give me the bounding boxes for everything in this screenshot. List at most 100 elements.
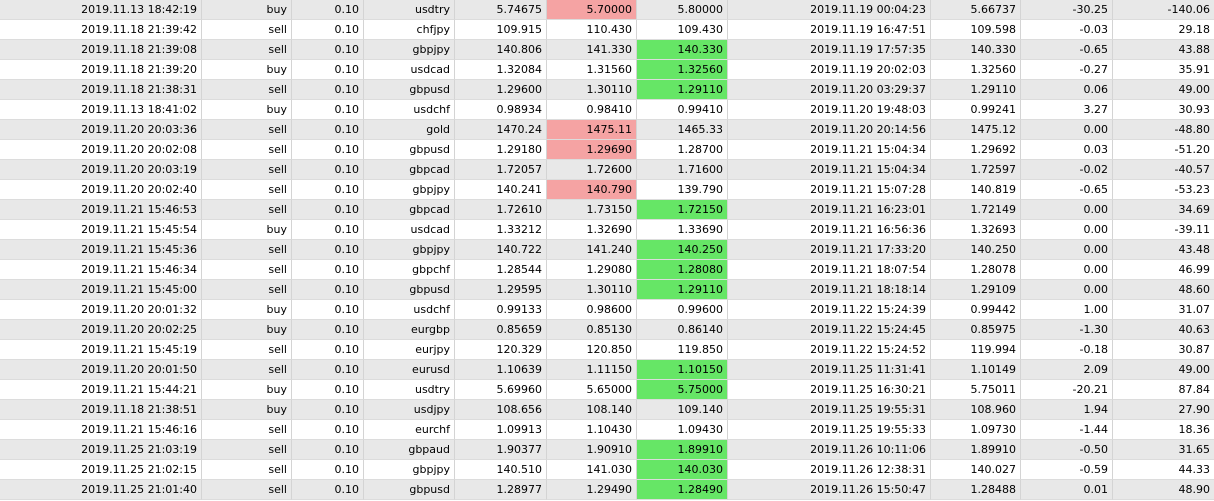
profit-cell: 18.36 bbox=[1113, 420, 1214, 440]
swap-cell: -0.65 bbox=[1021, 180, 1113, 200]
swap-cell: 2.09 bbox=[1021, 360, 1113, 380]
symbol-cell: usdchf bbox=[364, 300, 455, 320]
lot-size-cell: 0.10 bbox=[292, 340, 364, 360]
profit-cell: 27.90 bbox=[1113, 400, 1214, 420]
symbol-cell: gbpusd bbox=[364, 280, 455, 300]
swap-cell: -1.30 bbox=[1021, 320, 1113, 340]
table-row[interactable]: 2019.11.25 21:01:40 sell 0.10 gbpusd 1.28977… bbox=[0, 480, 1214, 500]
table-row[interactable]: 2019.11.13 18:41:02 buy 0.10 usdchf 0.98934 0… bbox=[0, 100, 1214, 120]
table-row[interactable]: 2019.11.25 21:02:15 sell 0.10 gbpjpy 140.510… bbox=[0, 460, 1214, 480]
open-price-cell: 140.806 bbox=[455, 40, 547, 60]
close-price-cell: 0.99442 bbox=[931, 300, 1021, 320]
profit-cell: 31.07 bbox=[1113, 300, 1214, 320]
table-row[interactable]: 2019.11.18 21:38:51 buy 0.10 usdjpy 108.656 1… bbox=[0, 400, 1214, 420]
close-time-cell: 2019.11.21 16:56:36 bbox=[728, 220, 931, 240]
order-type-cell: sell bbox=[202, 260, 292, 280]
profit-cell: 31.65 bbox=[1113, 440, 1214, 460]
open-time-cell: 2019.11.20 20:03:19 bbox=[0, 160, 202, 180]
take-profit-cell: 139.790 bbox=[637, 180, 728, 200]
trade-history-table: 2019.11.13 18:42:19 buy 0.10 usdtry 5.74675 5… bbox=[0, 0, 1214, 501]
table-row[interactable]: 2019.11.20 20:02:08 sell 0.10 gbpusd 1.29180… bbox=[0, 140, 1214, 160]
symbol-cell: usdtry bbox=[364, 0, 455, 20]
table-row[interactable]: 2019.11.20 20:01:32 buy 0.10 usdchf 0.99133 0… bbox=[0, 300, 1214, 320]
symbol-cell: eurusd bbox=[364, 360, 455, 380]
open-price-cell: 109.915 bbox=[455, 20, 547, 40]
profit-cell: -48.80 bbox=[1113, 120, 1214, 140]
swap-cell: 0.00 bbox=[1021, 120, 1113, 140]
open-time-cell: 2019.11.25 21:01:40 bbox=[0, 480, 202, 500]
open-price-cell: 1.29595 bbox=[455, 280, 547, 300]
profit-cell: -40.57 bbox=[1113, 160, 1214, 180]
lot-size-cell: 0.10 bbox=[292, 440, 364, 460]
close-time-cell: 2019.11.19 20:02:03 bbox=[728, 60, 931, 80]
close-time-cell: 2019.11.19 00:04:23 bbox=[728, 0, 931, 20]
symbol-cell: eurgbp bbox=[364, 320, 455, 340]
close-time-cell: 2019.11.21 15:04:34 bbox=[728, 160, 931, 180]
swap-cell: -30.25 bbox=[1021, 0, 1113, 20]
take-profit-cell: 1.10150 bbox=[637, 360, 728, 380]
lot-size-cell: 0.10 bbox=[292, 20, 364, 40]
order-type-cell: buy bbox=[202, 100, 292, 120]
close-time-cell: 2019.11.25 19:55:33 bbox=[728, 420, 931, 440]
symbol-cell: gbpusd bbox=[364, 480, 455, 500]
close-time-cell: 2019.11.20 19:48:03 bbox=[728, 100, 931, 120]
lot-size-cell: 0.10 bbox=[292, 480, 364, 500]
open-time-cell: 2019.11.18 21:38:31 bbox=[0, 80, 202, 100]
table-row[interactable]: 2019.11.20 20:02:40 sell 0.10 gbpjpy 140.241… bbox=[0, 180, 1214, 200]
close-time-cell: 2019.11.26 10:11:06 bbox=[728, 440, 931, 460]
open-time-cell: 2019.11.18 21:39:08 bbox=[0, 40, 202, 60]
table-row[interactable]: 2019.11.18 21:39:20 buy 0.10 usdcad 1.32084 1… bbox=[0, 60, 1214, 80]
table-row[interactable]: 2019.11.21 15:45:36 sell 0.10 gbpjpy 140.722… bbox=[0, 240, 1214, 260]
table-row[interactable]: 2019.11.18 21:39:42 sell 0.10 chfjpy 109.915… bbox=[0, 20, 1214, 40]
take-profit-cell: 1.89910 bbox=[637, 440, 728, 460]
close-price-cell: 1.09730 bbox=[931, 420, 1021, 440]
table-row[interactable]: 2019.11.21 15:45:00 sell 0.10 gbpusd 1.29595… bbox=[0, 280, 1214, 300]
take-profit-cell: 0.99600 bbox=[637, 300, 728, 320]
stop-loss-cell: 5.70000 bbox=[547, 0, 637, 20]
stop-loss-cell: 140.790 bbox=[547, 180, 637, 200]
open-price-cell: 1470.24 bbox=[455, 120, 547, 140]
lot-size-cell: 0.10 bbox=[292, 160, 364, 180]
table-row[interactable]: 2019.11.20 20:01:50 sell 0.10 eurusd 1.10639… bbox=[0, 360, 1214, 380]
open-time-cell: 2019.11.20 20:02:40 bbox=[0, 180, 202, 200]
profit-cell: 49.00 bbox=[1113, 360, 1214, 380]
table-row[interactable]: 2019.11.20 20:03:19 sell 0.10 gbpcad 1.72057… bbox=[0, 160, 1214, 180]
swap-cell: 0.00 bbox=[1021, 200, 1113, 220]
lot-size-cell: 0.10 bbox=[292, 120, 364, 140]
swap-cell: -0.18 bbox=[1021, 340, 1113, 360]
take-profit-cell: 5.75000 bbox=[637, 380, 728, 400]
stop-loss-cell: 110.430 bbox=[547, 20, 637, 40]
open-time-cell: 2019.11.20 20:02:25 bbox=[0, 320, 202, 340]
take-profit-cell: 109.430 bbox=[637, 20, 728, 40]
table-row[interactable]: 2019.11.21 15:46:34 sell 0.10 gbpchf 1.28544… bbox=[0, 260, 1214, 280]
lot-size-cell: 0.10 bbox=[292, 80, 364, 100]
close-price-cell: 119.994 bbox=[931, 340, 1021, 360]
close-price-cell: 5.75011 bbox=[931, 380, 1021, 400]
table-row[interactable]: 2019.11.20 20:03:36 sell 0.10 gold 1470.24 14… bbox=[0, 120, 1214, 140]
swap-cell: 0.00 bbox=[1021, 220, 1113, 240]
lot-size-cell: 0.10 bbox=[292, 0, 364, 20]
take-profit-cell: 1465.33 bbox=[637, 120, 728, 140]
table-row[interactable]: 2019.11.20 20:02:25 buy 0.10 eurgbp 0.85659 0… bbox=[0, 320, 1214, 340]
profit-cell: 30.87 bbox=[1113, 340, 1214, 360]
table-row[interactable]: 2019.11.18 21:38:31 sell 0.10 gbpusd 1.29600… bbox=[0, 80, 1214, 100]
open-time-cell: 2019.11.25 21:02:15 bbox=[0, 460, 202, 480]
table-row[interactable]: 2019.11.21 15:46:53 sell 0.10 gbpcad 1.72610… bbox=[0, 200, 1214, 220]
open-time-cell: 2019.11.20 20:01:32 bbox=[0, 300, 202, 320]
close-time-cell: 2019.11.20 20:14:56 bbox=[728, 120, 931, 140]
table-row[interactable]: 2019.11.13 18:42:19 buy 0.10 usdtry 5.74675 5… bbox=[0, 0, 1214, 20]
open-price-cell: 1.29600 bbox=[455, 80, 547, 100]
table-row[interactable]: 2019.11.25 21:03:19 sell 0.10 gbpaud 1.90377… bbox=[0, 440, 1214, 460]
close-price-cell: 1.29110 bbox=[931, 80, 1021, 100]
open-time-cell: 2019.11.18 21:38:51 bbox=[0, 400, 202, 420]
table-row[interactable]: 2019.11.21 15:44:21 buy 0.10 usdtry 5.69960 5… bbox=[0, 380, 1214, 400]
table-row[interactable]: 2019.11.21 15:45:54 buy 0.10 usdcad 1.33212 1… bbox=[0, 220, 1214, 240]
stop-loss-cell: 1.10430 bbox=[547, 420, 637, 440]
table-row[interactable]: 2019.11.21 15:46:16 sell 0.10 eurchf 1.09913… bbox=[0, 420, 1214, 440]
stop-loss-cell: 1475.11 bbox=[547, 120, 637, 140]
stop-loss-cell: 1.32690 bbox=[547, 220, 637, 240]
close-price-cell: 1475.12 bbox=[931, 120, 1021, 140]
lot-size-cell: 0.10 bbox=[292, 400, 364, 420]
table-row[interactable]: 2019.11.18 21:39:08 sell 0.10 gbpjpy 140.806… bbox=[0, 40, 1214, 60]
table-row[interactable]: 2019.11.21 15:45:19 sell 0.10 eurjpy 120.329… bbox=[0, 340, 1214, 360]
